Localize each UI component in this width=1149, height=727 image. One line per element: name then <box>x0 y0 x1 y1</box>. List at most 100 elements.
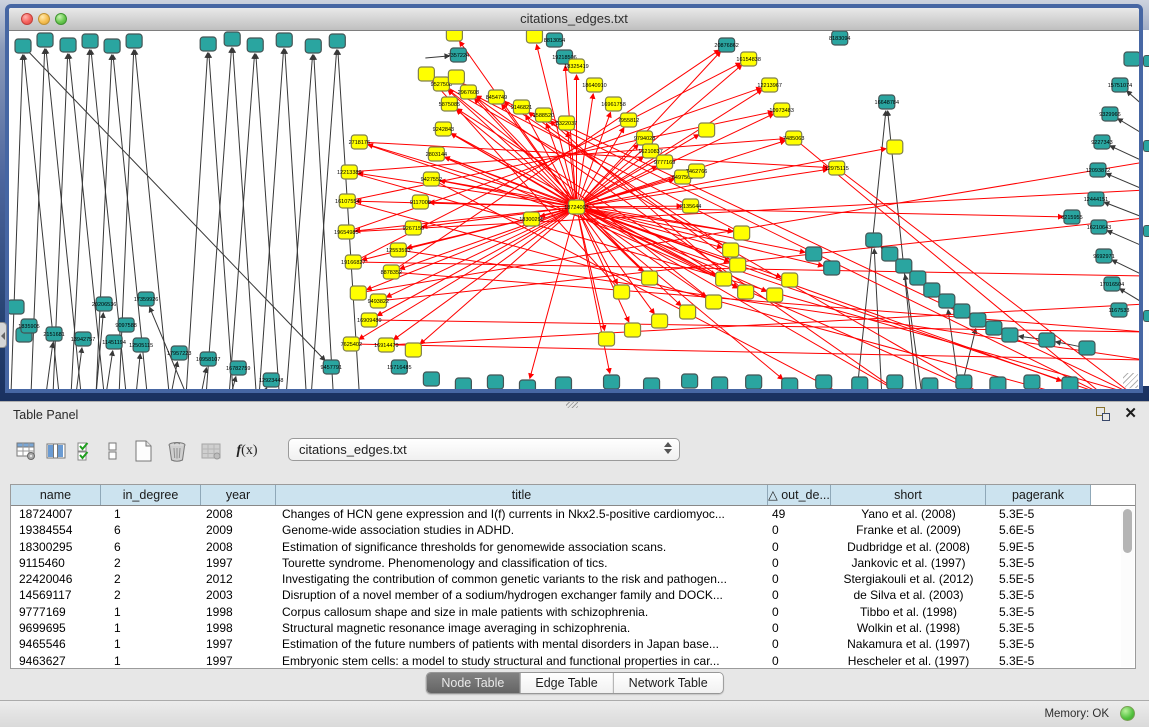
table-cell[interactable]: 0 <box>768 604 831 620</box>
memory-indicator[interactable] <box>1120 706 1135 721</box>
graph-node[interactable]: 7357224 <box>448 48 469 62</box>
graph-node[interactable] <box>887 375 903 389</box>
table-cell[interactable]: 5.3E-5 <box>986 506 1091 522</box>
graph-node[interactable] <box>824 261 840 275</box>
table-row[interactable]: 1938455462009Genome-wide association stu… <box>11 522 1135 538</box>
table-cell[interactable]: 19384554 <box>11 522 101 538</box>
graph-node[interactable]: 8215955 <box>1061 210 1082 224</box>
graph-node[interactable]: 9242843 <box>433 122 454 136</box>
table-cell[interactable]: Dudbridge et al. (2008) <box>831 539 986 555</box>
graph-node[interactable] <box>614 285 630 299</box>
table-row[interactable]: 911546021997Tourette syndrome. Phenomeno… <box>11 555 1135 571</box>
graph-node[interactable]: 20876862 <box>714 38 738 52</box>
graph-node[interactable]: 9227343 <box>1091 135 1112 149</box>
graph-node[interactable] <box>526 31 542 43</box>
network-window-titlebar[interactable]: citations_edges.txt <box>9 8 1139 31</box>
graph-node[interactable] <box>1039 333 1055 347</box>
column-header[interactable]: year <box>201 485 276 505</box>
graph-node[interactable] <box>1024 375 1040 389</box>
table-cell[interactable]: 18300295 <box>11 539 101 555</box>
graph-node[interactable]: 12505115 <box>129 338 153 352</box>
graph-node[interactable]: 15751074 <box>1108 78 1132 92</box>
graph-node[interactable] <box>882 247 898 261</box>
table-row[interactable]: 969969511998Structural magnetic resonanc… <box>11 620 1135 636</box>
function-builder-button[interactable]: f(x) <box>230 438 264 464</box>
table-cell[interactable]: 1998 <box>201 604 276 620</box>
graph-node[interactable] <box>200 37 216 51</box>
graph-node[interactable] <box>806 247 822 261</box>
graph-node[interactable]: 8813054 <box>544 33 565 47</box>
table-cell[interactable]: 5.3E-5 <box>986 604 1091 620</box>
network-window[interactable]: citations_edges.txt 88130541921850673572… <box>5 4 1143 393</box>
table-cell[interactable]: 9115460 <box>11 555 101 571</box>
table-cell[interactable]: Jankovic et al. (1997) <box>831 555 986 571</box>
resize-grip[interactable] <box>1123 373 1138 388</box>
table-cell[interactable]: 14569117 <box>11 587 101 603</box>
delete-column-button[interactable] <box>160 438 194 464</box>
table-cell[interactable]: Embryonic stem cells: a model to study s… <box>276 653 768 669</box>
table-cell[interactable]: 1997 <box>201 653 276 669</box>
graph-node[interactable] <box>126 34 142 48</box>
table-cell[interactable]: Corpus callosum shape and size in male p… <box>276 604 768 620</box>
close-window-button[interactable] <box>21 13 33 25</box>
table-cell[interactable]: 5.3E-5 <box>986 620 1091 636</box>
table-cell[interactable]: Estimation of the future numbers of pati… <box>276 636 768 652</box>
graph-node[interactable] <box>723 243 739 257</box>
table-cell[interactable]: 1 <box>101 620 201 636</box>
table-cell[interactable]: 0 <box>768 587 831 603</box>
graph-node[interactable]: 10958107 <box>196 352 220 366</box>
graph-node[interactable]: 1588520 <box>533 108 554 122</box>
table-cell[interactable]: Changes of HCN gene expression and I(f) … <box>276 506 768 522</box>
column-header[interactable]: short <box>831 485 986 505</box>
table-cell[interactable]: 5.3E-5 <box>986 555 1091 571</box>
graph-node[interactable] <box>423 372 439 386</box>
table-cell[interactable]: 5.5E-5 <box>986 571 1091 587</box>
graph-node[interactable] <box>642 271 658 285</box>
graph-node[interactable] <box>455 378 471 389</box>
splitter-grip[interactable] <box>566 402 578 408</box>
table-cell[interactable]: 49 <box>768 506 831 522</box>
graph-node[interactable] <box>956 375 972 389</box>
column-header[interactable]: title <box>276 485 768 505</box>
graph-node[interactable]: 8878352 <box>381 265 402 279</box>
table-cell[interactable]: Yano et al. (2008) <box>831 506 986 522</box>
graph-node[interactable] <box>954 304 970 318</box>
graph-node[interactable]: 9794028 <box>634 131 655 145</box>
table-cell[interactable]: 5.3E-5 <box>986 653 1091 669</box>
graph-node[interactable]: 18640910 <box>582 78 606 92</box>
table-row[interactable]: 946554611997Estimation of the future num… <box>11 636 1135 652</box>
graph-node[interactable]: 8454749 <box>486 90 507 104</box>
table-cell[interactable]: 5.3E-5 <box>986 587 1091 603</box>
graph-node[interactable]: 9457791 <box>321 360 342 374</box>
table-cell[interactable]: 2009 <box>201 522 276 538</box>
graph-node[interactable] <box>487 375 503 389</box>
graph-node[interactable] <box>625 323 641 337</box>
graph-node[interactable] <box>247 38 263 52</box>
graph-node[interactable] <box>910 271 926 285</box>
table-cell[interactable]: Structural magnetic resonance image aver… <box>276 620 768 636</box>
graph-node[interactable]: 9427552 <box>421 172 442 186</box>
graph-node[interactable] <box>986 321 1002 335</box>
graph-node[interactable]: 16107554 <box>335 194 359 208</box>
graph-node[interactable] <box>924 283 940 297</box>
table-cell[interactable]: 22420046 <box>11 571 101 587</box>
graph-node[interactable] <box>1124 52 1139 66</box>
graph-node[interactable]: 8322037 <box>556 116 577 130</box>
graph-node[interactable] <box>1062 377 1078 389</box>
table-cell[interactable]: 2008 <box>201 539 276 555</box>
table-cell[interactable]: 9699695 <box>11 620 101 636</box>
graph-node[interactable] <box>706 295 722 309</box>
graph-node[interactable] <box>730 258 746 272</box>
table-row[interactable]: 1830029562008Estimation of significance … <box>11 539 1135 555</box>
graph-node[interactable] <box>448 70 464 84</box>
deselect-all-button[interactable] <box>100 438 126 464</box>
graph-node[interactable] <box>519 380 535 389</box>
table-cell[interactable]: 1997 <box>201 555 276 571</box>
graph-node[interactable]: 12444151 <box>1084 192 1108 206</box>
graph-node[interactable] <box>104 39 120 53</box>
table-cell[interactable]: 1 <box>101 604 201 620</box>
graph-node[interactable]: 7955812 <box>618 113 639 127</box>
table-cell[interactable]: 0 <box>768 571 831 587</box>
graph-node[interactable]: 2151681 <box>43 327 64 341</box>
graph-node[interactable] <box>746 375 762 389</box>
